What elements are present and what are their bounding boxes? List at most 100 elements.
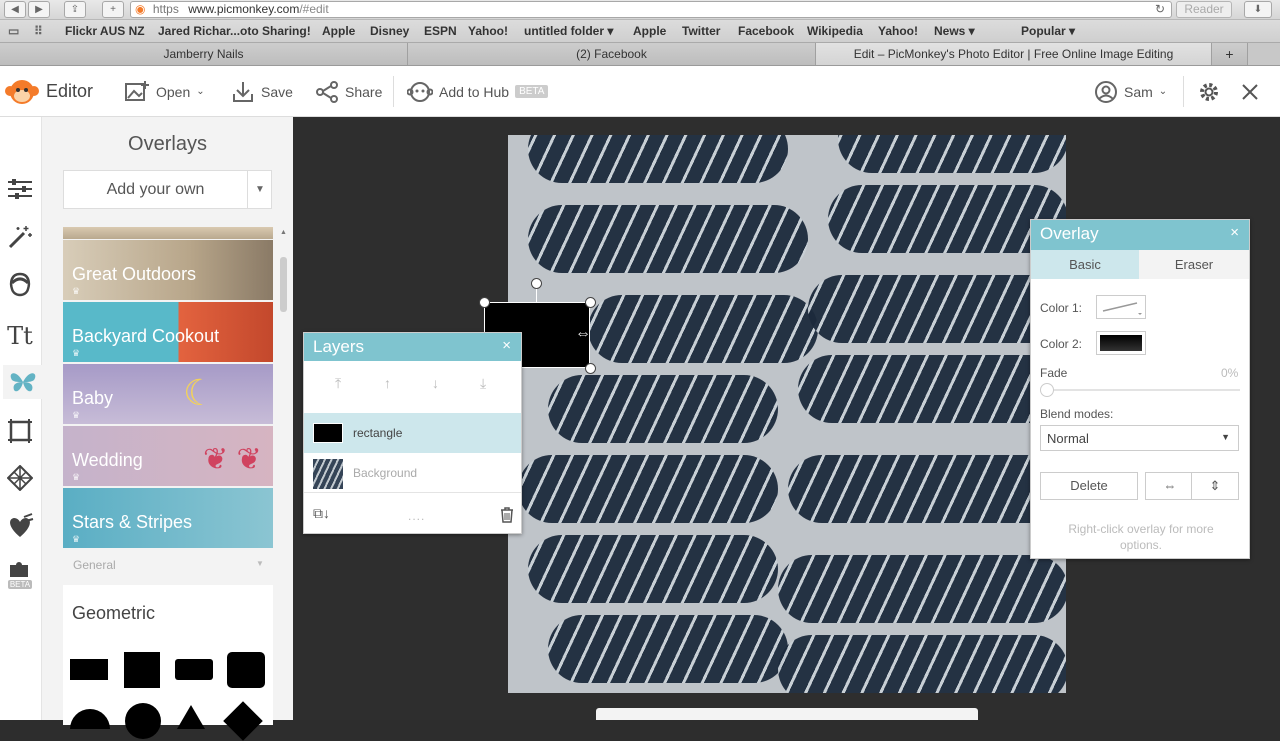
new-tab-button[interactable]: + (1212, 43, 1248, 65)
flatten-layers-icon[interactable]: ⧉↓ (313, 505, 330, 522)
shape-rounded-rectangle[interactable] (175, 659, 213, 680)
photo-canvas[interactable] (508, 135, 1066, 693)
overlays-tool[interactable] (3, 365, 42, 399)
panel-drag-handle[interactable]: .... (408, 509, 425, 523)
add-to-hub-button[interactable]: Add to Hub BETA (407, 66, 549, 117)
close-editor-button[interactable] (1240, 66, 1260, 117)
open-button[interactable]: Open ⌄ (124, 66, 205, 117)
layers-header[interactable]: Layers × (304, 333, 521, 361)
flip-vertical-button[interactable]: ⇕ (1191, 472, 1239, 500)
shape-diamond[interactable] (223, 701, 263, 741)
new-tab-icon[interactable]: + (102, 1, 124, 18)
share-page-icon[interactable]: ⇪ (64, 1, 86, 18)
bookmark-item[interactable]: Twitter (682, 24, 720, 38)
shape-square[interactable] (124, 652, 160, 688)
themes-tool[interactable] (3, 509, 37, 543)
rotate-handle[interactable] (531, 278, 542, 289)
fade-slider-knob[interactable] (1040, 383, 1054, 397)
trash-icon[interactable] (500, 507, 514, 523)
shape-circle[interactable] (125, 703, 161, 739)
save-button[interactable]: Save (231, 66, 293, 117)
layer-row-background[interactable]: Background (304, 453, 521, 493)
flip-horizontal-button[interactable]: ⇔ (1145, 472, 1195, 500)
basic-edits-tool[interactable] (3, 172, 37, 206)
resize-handle-top-right[interactable] (585, 297, 596, 308)
section-chevron-icon[interactable]: ▼ (256, 559, 264, 568)
bring-to-front-icon[interactable]: ⤒ (335, 375, 341, 392)
category-stars-stripes[interactable]: Stars & Stripes ♛ (63, 488, 273, 548)
category-scrollbar[interactable]: ▲ (280, 229, 288, 549)
delete-button[interactable]: Delete (1040, 472, 1138, 500)
section-label: General (73, 558, 116, 572)
bookmark-item[interactable]: Disney (370, 24, 409, 38)
shape-rectangle[interactable] (70, 659, 108, 680)
blend-mode-select[interactable]: Normal ▼ (1040, 425, 1239, 451)
close-icon[interactable]: × (1230, 224, 1239, 241)
send-backward-icon[interactable]: ↓ (432, 375, 439, 391)
shape-rounded-square[interactable] (227, 652, 265, 688)
add-your-own-button[interactable]: Add your own (64, 171, 248, 208)
category-thumb-partial[interactable] (63, 227, 273, 239)
bookmark-item[interactable]: Facebook (738, 24, 794, 38)
reader-button[interactable]: Reader (1176, 1, 1232, 18)
resize-handle-top-left[interactable] (479, 297, 490, 308)
overlay-title: Overlay (1040, 224, 1099, 243)
shape-oval[interactable] (70, 709, 110, 729)
layer-order-controls: ⤒ ↑ ↓ ⤓ (304, 361, 521, 405)
top-sites-icon[interactable]: ⠿ (34, 24, 43, 38)
bookmark-item[interactable]: Wikipedia (807, 24, 863, 38)
bookmark-folder[interactable]: News ▾ (934, 24, 975, 38)
user-menu[interactable]: Sam ⌄ (1094, 66, 1167, 117)
scroll-up-icon[interactable]: ▲ (280, 229, 287, 236)
tab-eraser[interactable]: Eraser (1139, 250, 1249, 279)
scroll-thumb[interactable] (280, 257, 287, 312)
downloads-icon[interactable]: ⬇ (1244, 1, 1272, 18)
photo-nail-strip (528, 205, 808, 273)
category-baby[interactable]: Baby ☾ ♛ (63, 364, 273, 424)
color2-swatch[interactable] (1096, 331, 1146, 355)
bookmark-item[interactable]: Apple (322, 24, 355, 38)
category-great-outdoors[interactable]: Great Outdoors ♛ (63, 240, 273, 300)
layer-row-rectangle[interactable]: rectangle (304, 413, 521, 453)
bookmark-item[interactable]: Yahoo! (878, 24, 918, 38)
reload-icon[interactable]: ↻ (1155, 2, 1165, 17)
bookmark-item[interactable]: Flickr AUS NZ (65, 24, 145, 38)
bookmark-item[interactable]: Yahoo! (468, 24, 508, 38)
settings-button[interactable] (1197, 66, 1221, 117)
url-bar[interactable]: ◉ https www.picmonkey.com/#edit ↻ (130, 1, 1172, 18)
editor-logo[interactable]: Editor (4, 66, 93, 117)
close-icon[interactable]: × (502, 337, 511, 354)
add-your-own-dropdown[interactable]: ▼ (248, 171, 272, 208)
category-backyard-cookout[interactable]: Backyard Cookout ♛ (63, 302, 273, 362)
bookmark-item[interactable]: Apple (633, 24, 666, 38)
fade-slider-track[interactable] (1044, 389, 1240, 391)
tab-facebook[interactable]: (2) Facebook (408, 43, 816, 65)
send-to-back-icon[interactable]: ⤓ (480, 375, 486, 392)
bookmark-item[interactable]: ESPN (424, 24, 457, 38)
textures-tool[interactable] (3, 461, 37, 495)
bookmark-folder[interactable]: untitled folder ▾ (524, 24, 613, 38)
bring-forward-icon[interactable]: ↑ (384, 375, 391, 391)
text-tool[interactable]: Tt (3, 319, 37, 353)
hub-tool[interactable]: BETA (3, 557, 37, 591)
touch-up-tool[interactable] (3, 268, 37, 302)
share-button[interactable]: Share (315, 66, 382, 117)
back-icon[interactable]: ◀ (4, 1, 26, 18)
reading-list-icon[interactable]: ▭ (8, 24, 19, 38)
share-icon (316, 80, 338, 103)
resize-handle-bottom-right[interactable] (585, 363, 596, 374)
layer-thumbnail (313, 459, 343, 489)
bookmark-item[interactable]: Jared Richar...oto Sharing! (158, 24, 311, 38)
photo-nail-strip (548, 615, 788, 683)
tab-picmonkey[interactable]: Edit – PicMonkey's Photo Editor | Free O… (816, 43, 1212, 65)
overlay-header[interactable]: Overlay × (1031, 220, 1249, 250)
category-wedding[interactable]: Wedding ❦ ❦ ♛ (63, 426, 273, 486)
color1-swatch[interactable] (1096, 295, 1146, 319)
tab-jamberry[interactable]: Jamberry Nails (0, 43, 408, 65)
bookmark-folder[interactable]: Popular ▾ (1021, 24, 1075, 38)
tab-basic[interactable]: Basic (1031, 250, 1139, 279)
effects-tool[interactable] (3, 220, 37, 254)
forward-icon[interactable]: ▶ (28, 1, 50, 18)
shape-triangle[interactable] (177, 705, 205, 729)
frames-tool[interactable] (3, 414, 37, 448)
